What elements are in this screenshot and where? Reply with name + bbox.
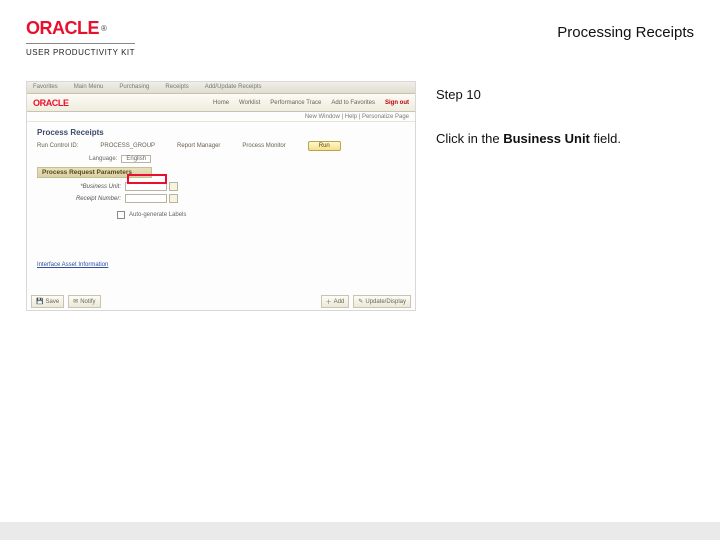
upk-subtitle: USER PRODUCTIVITY KIT bbox=[26, 43, 135, 57]
interface-asset-link[interactable]: Interface Asset Information bbox=[37, 262, 108, 268]
run-ctl-label: Run Control ID: bbox=[37, 143, 78, 149]
lookup-icon[interactable] bbox=[169, 182, 178, 191]
ss-footer: 💾Save ✉Notify ＋Add ✎Update/Display bbox=[27, 293, 415, 310]
ss-menubar: Favorites Main Menu Purchasing Receipts … bbox=[27, 82, 415, 94]
menu-item: Receipts bbox=[165, 84, 188, 91]
menu-item: Favorites bbox=[33, 84, 58, 91]
content-row: Favorites Main Menu Purchasing Receipts … bbox=[0, 63, 720, 311]
signout-link[interactable]: Sign out bbox=[385, 100, 409, 106]
run-button[interactable]: Run bbox=[308, 141, 341, 151]
ss-lang-row: Language: English bbox=[37, 155, 405, 163]
notify-button[interactable]: ✉Notify bbox=[68, 295, 100, 308]
proc-mon-link[interactable]: Process Monitor bbox=[242, 143, 285, 149]
autogen-checkbox[interactable] bbox=[117, 211, 125, 219]
addfav-link[interactable]: Add to Favorites bbox=[331, 100, 375, 106]
page-header: ORACLE ® USER PRODUCTIVITY KIT Processin… bbox=[0, 0, 720, 63]
notify-icon: ✉ bbox=[73, 298, 78, 305]
receipt-number-label: Receipt Number: bbox=[37, 196, 125, 202]
lookup-icon[interactable] bbox=[169, 194, 178, 203]
update-icon: ✎ bbox=[358, 298, 363, 305]
autogen-row: Auto-generate Labels bbox=[37, 211, 405, 219]
params-section-header: Process Request Parameters bbox=[37, 167, 152, 178]
oracle-upk-logo: ORACLE ® USER PRODUCTIVITY KIT bbox=[26, 18, 135, 57]
ss-midrow: Run Control ID: PROCESS_GROUP Report Man… bbox=[37, 141, 405, 151]
app-screenshot: Favorites Main Menu Purchasing Receipts … bbox=[26, 81, 416, 311]
step-text-bold: Business Unit bbox=[503, 131, 590, 146]
brand-text: ORACLE bbox=[26, 18, 99, 39]
business-unit-label: *Business Unit: bbox=[37, 184, 125, 190]
lang-label: Language: bbox=[89, 156, 117, 162]
update-button[interactable]: ✎Update/Display bbox=[353, 295, 411, 308]
ss-searchline: New Window | Help | Personalize Page bbox=[27, 112, 415, 122]
oracle-logo: ORACLE ® bbox=[26, 18, 135, 39]
ss-top-links: Home Worklist Performance Trace Add to F… bbox=[213, 100, 409, 106]
page-title: Processing Receipts bbox=[557, 18, 694, 41]
menu-item: Add/Update Receipts bbox=[205, 84, 262, 91]
step-text-after: field. bbox=[590, 131, 621, 146]
rpt-mgr-link[interactable]: Report Manager bbox=[177, 143, 220, 149]
step-number: Step 10 bbox=[436, 87, 694, 102]
ss-body: Process Receipts Run Control ID: PROCESS… bbox=[27, 122, 415, 274]
ss-page-heading: Process Receipts bbox=[37, 128, 405, 137]
step-instruction: Click in the Business Unit field. bbox=[436, 130, 694, 148]
perf-link[interactable]: Performance Trace bbox=[270, 100, 321, 106]
menu-item: Main Menu bbox=[74, 84, 104, 91]
menu-item: Purchasing bbox=[119, 84, 149, 91]
autogen-label: Auto-generate Labels bbox=[129, 212, 186, 218]
business-unit-input[interactable] bbox=[125, 182, 167, 191]
add-button[interactable]: ＋Add bbox=[321, 295, 350, 308]
run-ctl-val: PROCESS_GROUP bbox=[100, 143, 155, 149]
instruction-panel: Step 10 Click in the Business Unit field… bbox=[436, 81, 694, 311]
receipt-number-input[interactable] bbox=[125, 194, 167, 203]
receipt-number-row: Receipt Number: bbox=[37, 194, 405, 203]
trademark-icon: ® bbox=[101, 24, 106, 33]
bottom-strip bbox=[0, 522, 720, 540]
business-unit-row: *Business Unit: bbox=[37, 182, 405, 191]
lang-select[interactable]: English bbox=[121, 155, 151, 163]
step-text-before: Click in the bbox=[436, 131, 503, 146]
ss-brand: ORACLE bbox=[33, 98, 69, 108]
home-link[interactable]: Home bbox=[213, 100, 229, 106]
ss-topbar: ORACLE Home Worklist Performance Trace A… bbox=[27, 94, 415, 112]
save-icon: 💾 bbox=[36, 298, 43, 305]
add-icon: ＋ bbox=[326, 297, 332, 306]
worklist-link[interactable]: Worklist bbox=[239, 100, 260, 106]
save-button[interactable]: 💾Save bbox=[31, 295, 64, 308]
